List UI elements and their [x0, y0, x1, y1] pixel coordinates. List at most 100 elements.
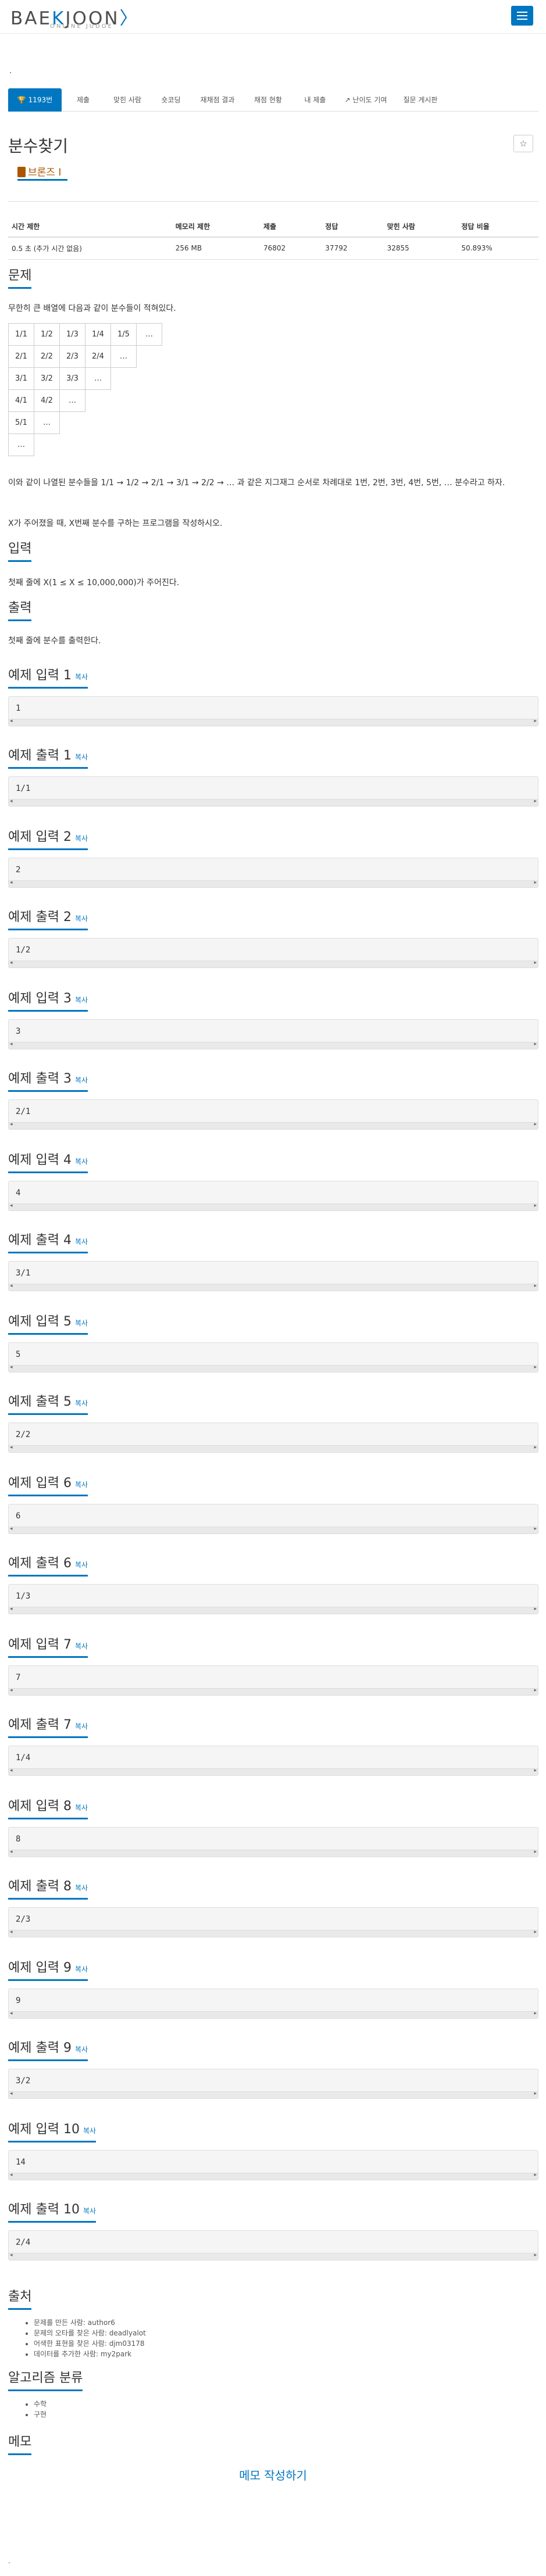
copy-button[interactable]: 복사 [75, 915, 88, 923]
problem-tier[interactable]: 브론즈 I [17, 164, 61, 178]
example-output-box[interactable]: 1/4 [8, 1746, 538, 1776]
horizontal-scrollbar[interactable] [9, 1445, 538, 1452]
horizontal-scrollbar[interactable] [9, 2252, 538, 2260]
info-value: 32855 [383, 237, 458, 260]
example-output-box[interactable]: 3/2 [8, 2069, 538, 2099]
horizontal-scrollbar[interactable] [9, 1849, 538, 1857]
problem-tabs: 🏆 1193번 제출 맞힌 사람 숏코딩 재채점 결과 채점 현황 내 제출 ↗ 난이도 기여… [8, 88, 538, 112]
copy-button[interactable]: 복사 [75, 1319, 88, 1327]
copy-button[interactable]: 복사 [75, 1965, 88, 1973]
tab-0[interactable]: 🏆 1193번 [8, 88, 62, 112]
horizontal-scrollbar[interactable] [9, 1688, 538, 1695]
tab-7[interactable]: ↗ 난이도 기여 [337, 88, 394, 112]
horizontal-scrollbar[interactable] [9, 1203, 538, 1210]
menu-toggle-button[interactable] [511, 6, 533, 26]
list-item[interactable]: 수학 [34, 2399, 47, 2409]
copy-button[interactable]: 복사 [75, 2045, 88, 2054]
list-item[interactable]: 데이터를 추가한 사람: my2park [34, 2349, 146, 2359]
horizontal-scrollbar[interactable] [9, 1283, 538, 1291]
horizontal-scrollbar[interactable] [9, 960, 538, 968]
copy-button[interactable]: 복사 [75, 1158, 88, 1166]
example-input-box[interactable]: 1 [8, 696, 538, 726]
copy-button[interactable]: 복사 [75, 1481, 88, 1489]
grid-cell: … [110, 345, 137, 368]
copy-button[interactable]: 복사 [75, 996, 88, 1004]
tab-5[interactable]: 채점 현황 [243, 88, 293, 112]
menu-icon [517, 12, 527, 13]
example-output-box[interactable]: 2/1 [8, 1099, 538, 1130]
horizontal-scrollbar[interactable] [9, 880, 538, 887]
example-output-box[interactable]: 2/3 [8, 1907, 538, 1937]
example-input-title: 예제 입력 5 복사 [8, 1311, 88, 1335]
tab-4[interactable]: 재채점 결과 [192, 88, 243, 112]
horizontal-scrollbar[interactable] [9, 1122, 538, 1129]
horizontal-scrollbar[interactable] [9, 2172, 538, 2180]
example-output-box[interactable]: 1/2 [8, 938, 538, 968]
baekjoon-logo[interactable]: BAEKJOON〉 ONLINE JUDGE [10, 3, 167, 30]
grid-cell: 1/2 [34, 323, 60, 346]
copy-button[interactable]: 복사 [83, 2207, 96, 2215]
grid-cell: 2/4 [85, 345, 111, 368]
example-input-box[interactable]: 6 [8, 1504, 538, 1534]
list-item[interactable]: 구현 [34, 2409, 47, 2420]
example-output-box[interactable]: 2/2 [8, 1423, 538, 1453]
fraction-grid: 1/1 1/2 1/3 1/4 1/5… 2/1 2/2 2/3 2/4… 3/1 3/2 3/3… 4… [8, 323, 162, 456]
horizontal-scrollbar[interactable] [9, 1041, 538, 1049]
list-item[interactable]: 문제의 오타를 찾은 사람: deadlyalot [34, 2328, 146, 2338]
example-output-box[interactable]: 1/3 [8, 1584, 538, 1614]
grid-cell: … [85, 367, 111, 390]
copy-button[interactable]: 복사 [75, 1642, 88, 1650]
horizontal-scrollbar[interactable] [9, 1768, 538, 1775]
grid-cell [60, 412, 85, 434]
copy-button[interactable]: 복사 [75, 1561, 88, 1569]
tab-8[interactable]: 질문 게시판 [394, 88, 447, 112]
example-input-box[interactable]: 7 [8, 1665, 538, 1696]
horizontal-scrollbar[interactable] [9, 2091, 538, 2098]
horizontal-scrollbar[interactable] [9, 2011, 538, 2018]
example-output-box[interactable]: 1/1 [8, 776, 538, 807]
copy-button[interactable]: 복사 [83, 2127, 96, 2135]
copy-button[interactable]: 복사 [75, 1722, 88, 1731]
horizontal-scrollbar[interactable] [9, 1606, 538, 1614]
horizontal-scrollbar[interactable] [9, 1929, 538, 1937]
copy-button[interactable]: 복사 [75, 1238, 88, 1246]
example-input-box[interactable]: 3 [8, 1019, 538, 1049]
grid-cell: … [59, 389, 85, 412]
write-memo-button[interactable]: 메모 작성하기 [0, 2466, 546, 2483]
copy-button[interactable]: 복사 [75, 1399, 88, 1407]
tab-3[interactable]: 숏코딩 [150, 88, 192, 112]
grid-cell: 3/1 [8, 367, 34, 390]
copy-button[interactable]: 복사 [75, 673, 88, 681]
example-input-box[interactable]: 2 [8, 858, 538, 888]
example-input-box[interactable]: 5 [8, 1342, 538, 1373]
example-input-box[interactable]: 14 [8, 2150, 538, 2180]
tab-6[interactable]: 내 제출 [293, 88, 337, 112]
example-input-title: 예제 입력 7 복사 [8, 1634, 88, 1658]
tab-2[interactable]: 맞힌 사람 [105, 88, 150, 112]
info-header: 시간 제한 [8, 216, 172, 238]
example-output-box[interactable]: 3/1 [8, 1261, 538, 1291]
section-title-description: 문제 [8, 265, 32, 289]
example-input-title: 예제 입력 10 복사 [8, 2119, 97, 2143]
grid-cell: 5/1 [8, 411, 34, 434]
tab-1[interactable]: 제출 [62, 88, 105, 112]
horizontal-scrollbar[interactable] [9, 718, 538, 726]
example-input-box[interactable]: 4 [8, 1181, 538, 1211]
example-output-title: 예제 출력 2 복사 [8, 907, 88, 930]
example-output-title: 예제 출력 6 복사 [8, 1553, 88, 1577]
copy-button[interactable]: 복사 [75, 1804, 88, 1812]
favorite-star-button[interactable]: ☆ [513, 135, 533, 152]
copy-button[interactable]: 복사 [75, 1884, 88, 1892]
example-input-box[interactable]: 9 [8, 1989, 538, 2019]
list-item[interactable]: 문제를 만든 사람: author6 [34, 2317, 146, 2328]
copy-button[interactable]: 복사 [75, 834, 88, 843]
horizontal-scrollbar[interactable] [9, 1364, 538, 1372]
horizontal-scrollbar[interactable] [9, 1526, 538, 1534]
example-output-box[interactable]: 2/4 [8, 2230, 538, 2260]
horizontal-scrollbar[interactable] [9, 798, 538, 806]
copy-button[interactable]: 복사 [75, 1076, 88, 1084]
info-header: 맞힌 사람 [383, 216, 458, 238]
example-input-box[interactable]: 8 [8, 1827, 538, 1857]
copy-button[interactable]: 복사 [75, 753, 88, 761]
list-item[interactable]: 어색한 표현을 찾은 사람: djm03178 [34, 2338, 146, 2349]
